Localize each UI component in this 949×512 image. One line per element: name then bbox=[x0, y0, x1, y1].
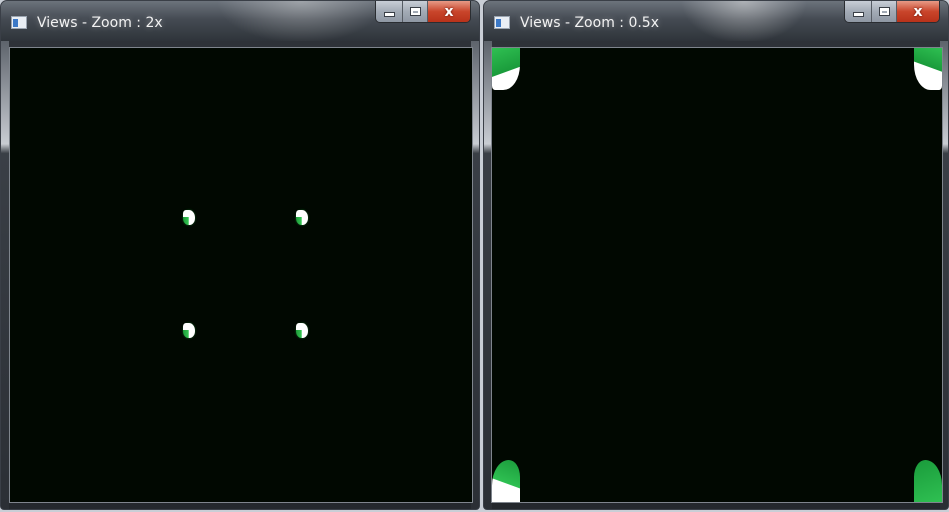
close-icon: x bbox=[913, 3, 923, 20]
marker-corner-bottom-left bbox=[492, 460, 520, 502]
window-titlebar[interactable]: Views - Zoom : 0.5x x bbox=[484, 1, 948, 41]
marker-corner-top-left bbox=[492, 48, 520, 90]
window-title: Views - Zoom : 2x bbox=[37, 15, 163, 31]
marker-bottom-right bbox=[296, 323, 308, 338]
zoom-2x-window: Views - Zoom : 2x x bbox=[0, 0, 480, 510]
marker-corner-top-right bbox=[914, 48, 942, 90]
window-title: Views - Zoom : 0.5x bbox=[520, 15, 659, 31]
marker-top-right bbox=[296, 210, 308, 225]
marker-top-left bbox=[183, 210, 195, 225]
maximize-icon bbox=[409, 7, 421, 16]
minimize-button[interactable] bbox=[845, 1, 871, 22]
maximize-icon bbox=[878, 7, 890, 16]
window-app-icon[interactable] bbox=[494, 16, 510, 29]
minimize-icon bbox=[383, 12, 395, 17]
view-canvas[interactable] bbox=[491, 47, 943, 503]
close-button[interactable]: x bbox=[896, 1, 939, 22]
maximize-button[interactable] bbox=[871, 1, 896, 22]
marker-bottom-left bbox=[183, 323, 195, 338]
zoom-0-5x-window: Views - Zoom : 0.5x x bbox=[483, 0, 949, 510]
window-titlebar[interactable]: Views - Zoom : 2x x bbox=[1, 1, 479, 41]
caption-buttons: x bbox=[844, 1, 940, 23]
view-canvas[interactable] bbox=[9, 47, 473, 503]
close-button[interactable]: x bbox=[427, 1, 470, 22]
caption-buttons: x bbox=[375, 1, 471, 23]
marker-corner-bottom-right bbox=[914, 460, 942, 502]
minimize-icon bbox=[852, 12, 864, 17]
close-icon: x bbox=[444, 3, 454, 20]
maximize-button[interactable] bbox=[402, 1, 427, 22]
minimize-button[interactable] bbox=[376, 1, 402, 22]
window-app-icon[interactable] bbox=[11, 16, 27, 29]
window-left-border bbox=[1, 41, 9, 509]
